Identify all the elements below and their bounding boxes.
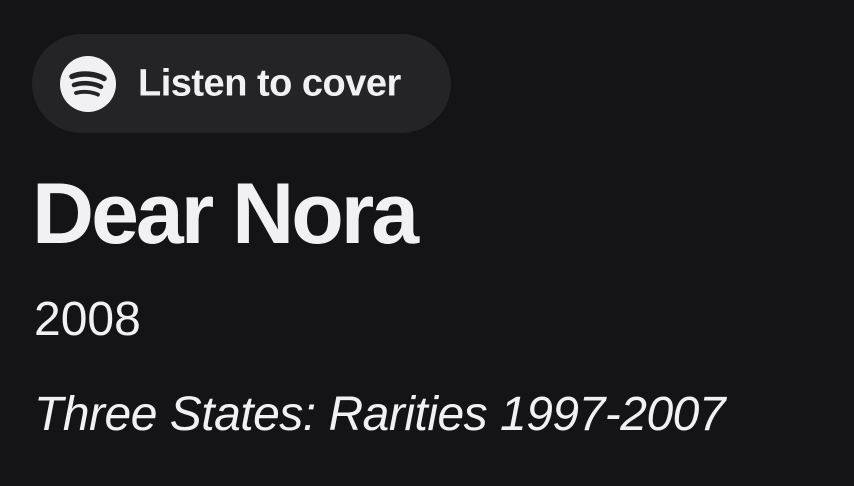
- release-year: 2008: [34, 293, 141, 346]
- listen-button-label: Listen to cover: [138, 62, 401, 104]
- song-title: Dear Nora: [32, 166, 419, 262]
- listen-to-cover-button[interactable]: Listen to cover: [32, 34, 451, 133]
- spotify-icon: [60, 56, 116, 112]
- album-name: Three States: Rarities 1997-2007: [34, 388, 726, 441]
